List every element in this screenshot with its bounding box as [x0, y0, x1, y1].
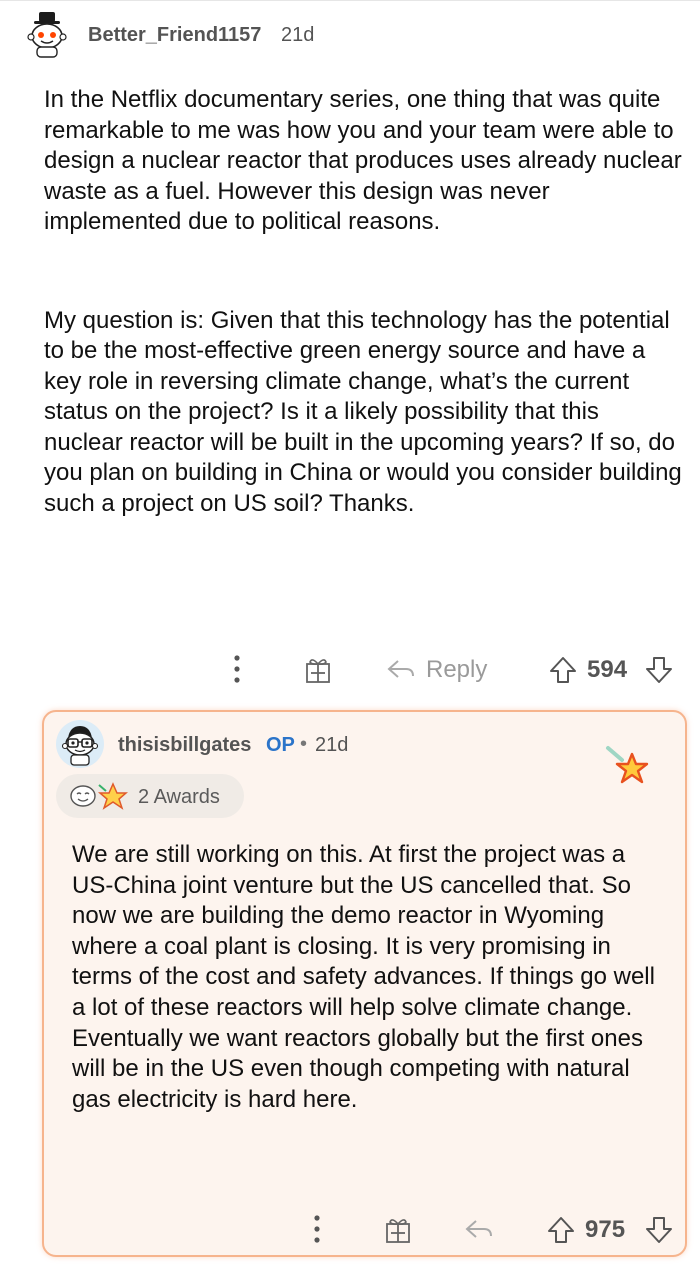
award-button[interactable]	[382, 1214, 414, 1246]
upvote-button[interactable]	[546, 1213, 576, 1247]
awards-pill[interactable]: 2 Awards	[56, 774, 244, 818]
upvote-arrow-icon	[550, 657, 576, 683]
reply-arrow-icon	[387, 660, 414, 678]
comment-paragraph: My question is: Given that this technolo…	[44, 306, 682, 517]
reply-author[interactable]: thisisbillgates	[118, 734, 251, 757]
more-button[interactable]	[302, 1212, 332, 1246]
comment-body: In the Netflix documentary series, one t…	[44, 85, 684, 519]
reply-comment: thisisbillgates OP • 21d 2 Awards We are…	[42, 710, 687, 1257]
vote-count: 594	[587, 656, 628, 683]
gift-icon	[306, 659, 330, 683]
reply-label: Reply	[426, 656, 488, 683]
more-vertical-icon	[314, 1215, 320, 1243]
op-badge: OP	[266, 734, 295, 756]
snoo-avatar-icon	[27, 12, 67, 58]
snoo-glasses-avatar-icon	[61, 726, 99, 766]
downvote-button[interactable]	[644, 1213, 674, 1247]
upvote-button[interactable]	[548, 653, 578, 687]
comment-paragraph: In the Netflix documentary series, one t…	[44, 86, 682, 235]
downvote-button[interactable]	[644, 653, 674, 687]
more-vertical-icon	[234, 655, 240, 683]
separator-dot: •	[300, 733, 308, 755]
wholesome-award-icon	[70, 785, 96, 807]
vote-count: 975	[585, 1216, 626, 1243]
downvote-arrow-icon	[646, 1217, 672, 1243]
rocket-like-award-icon	[97, 782, 128, 810]
reply-button[interactable]: Reply	[386, 653, 496, 687]
award-button[interactable]	[302, 654, 334, 686]
reply-age: 21d	[315, 734, 349, 756]
reply-body: We are still working on this. At first t…	[72, 840, 672, 1115]
more-button[interactable]	[222, 652, 252, 686]
avatar[interactable]	[22, 10, 72, 60]
comment-author[interactable]: Better_Friend1157	[88, 24, 261, 47]
reply-arrow-icon	[465, 1220, 492, 1238]
reply-paragraph: We are still working on this. At first t…	[72, 841, 655, 1113]
gift-icon	[386, 1219, 410, 1243]
top-comment: Better_Friend1157 21d In the Netflix doc…	[0, 0, 700, 700]
reply-button[interactable]	[464, 1215, 496, 1245]
avatar[interactable]	[56, 720, 104, 768]
upvote-arrow-icon	[548, 1217, 574, 1243]
star-award-icon	[606, 746, 649, 784]
downvote-arrow-icon	[646, 657, 672, 683]
comment-age: 21d	[281, 24, 315, 46]
awards-label: 2 Awards	[138, 786, 220, 808]
